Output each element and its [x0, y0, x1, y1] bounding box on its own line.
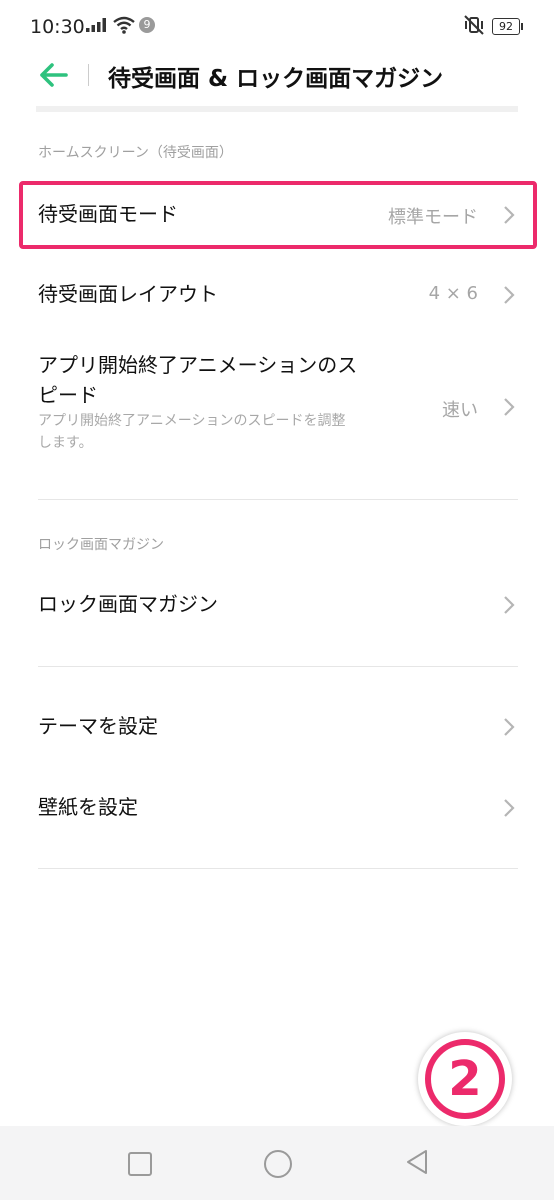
app-header: 待受画面 & ロック画面マガジン [0, 50, 554, 100]
back-arrow-icon[interactable] [36, 60, 70, 90]
chevron-right-icon [504, 286, 515, 304]
row-value: 4 × 6 [428, 283, 478, 304]
chevron-right-icon [504, 718, 515, 736]
chevron-right-icon [504, 596, 515, 614]
nav-back-icon[interactable] [404, 1148, 430, 1176]
page-title: 待受画面 & ロック画面マガジン [108, 66, 444, 92]
nav-home-icon[interactable] [264, 1150, 292, 1178]
vibrate-off-icon [464, 15, 484, 35]
status-bar: 10:30 9 92 [0, 0, 554, 50]
battery-icon: 92 [492, 18, 523, 35]
row-value: 速い [442, 400, 478, 421]
row-title: テーマを設定 [38, 714, 158, 738]
header-divider [88, 64, 89, 86]
row-title: 待受画面レイアウト [38, 282, 218, 306]
row-title-line1: アプリ開始終了アニメーションのス [38, 353, 358, 377]
step-number: 2 [425, 1039, 505, 1119]
system-nav-bar [0, 1126, 554, 1200]
notification-badge: 9 [139, 17, 155, 33]
chevron-right-icon [504, 799, 515, 817]
row-lock-screen-magazine[interactable]: ロック画面マガジン [38, 575, 518, 635]
row-app-animation-speed[interactable]: アプリ開始終了アニメーションのス ピード アプリ開始終了アニメーションのスピード… [38, 350, 518, 470]
section-label-lock: ロック画面マガジン [38, 537, 164, 553]
row-subtitle-line2: します。 [38, 435, 93, 451]
section-divider [38, 499, 518, 500]
section-label-home: ホームスクリーン（待受画面） [38, 145, 233, 161]
highlight-box [19, 181, 537, 249]
row-set-wallpaper[interactable]: 壁紙を設定 [38, 778, 518, 838]
status-time: 10:30 [30, 16, 85, 38]
signal-icon [86, 18, 106, 32]
nav-recent-icon[interactable] [128, 1152, 152, 1176]
row-home-screen-layout[interactable]: 待受画面レイアウト 4 × 6 [38, 265, 518, 325]
row-title: ロック画面マガジン [38, 592, 218, 616]
scroll-top-divider [36, 106, 518, 112]
chevron-right-icon [504, 398, 515, 416]
row-title: 壁紙を設定 [38, 795, 138, 819]
step-number-badge: 2 [418, 1032, 512, 1126]
section-divider [38, 868, 518, 869]
section-divider [38, 666, 518, 667]
row-set-theme[interactable]: テーマを設定 [38, 697, 518, 757]
wifi-icon [113, 16, 135, 34]
